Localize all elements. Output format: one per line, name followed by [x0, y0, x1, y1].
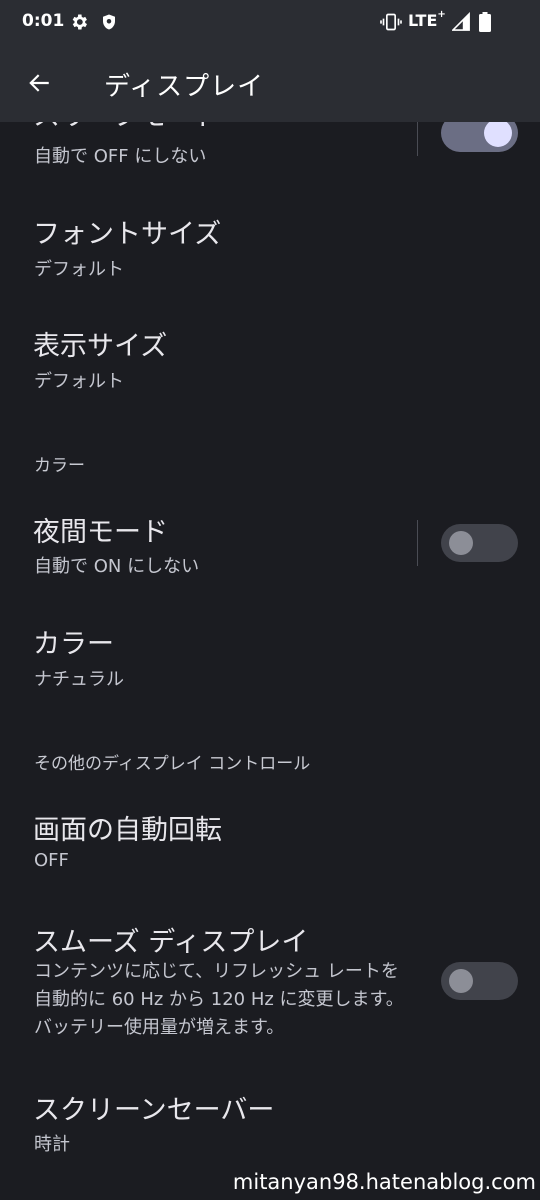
smooth-display-switch[interactable]: [441, 962, 518, 1000]
setting-summary: 自動で ON にしない: [34, 556, 200, 577]
network-indicator: LTE+: [408, 9, 446, 30]
setting-auto-rotate[interactable]: 画面の自動回転 OFF: [0, 794, 540, 906]
setting-title: スムーズ ディスプレイ: [33, 927, 309, 958]
setting-title: カラー: [33, 629, 114, 660]
setting-description: コンテンツに応じて、リフレッシュ レートを自動的に 60 Hz から 120 H…: [34, 961, 404, 1038]
watermark-text: mitanyan98.hatenablog.com: [232, 1170, 536, 1194]
divider: [417, 520, 418, 566]
signal-icon: [452, 12, 470, 31]
setting-display-size[interactable]: 表示サイズ デフォルト: [0, 308, 540, 420]
status-bar: 0:01 LTE+: [0, 0, 540, 44]
setting-sleep-mode[interactable]: スリープモード 自動で OFF にしない: [0, 122, 540, 196]
setting-title: 夜間モード: [33, 517, 168, 548]
section-header-color: カラー: [34, 456, 85, 476]
gear-icon: [72, 14, 87, 30]
setting-title: スクリーンセーバー: [33, 1095, 275, 1126]
top-app-bar: ディスプレイ: [0, 44, 540, 122]
setting-summary: OFF: [34, 850, 69, 871]
setting-night-mode[interactable]: 夜間モード 自動で ON にしない: [0, 496, 540, 608]
switch-knob: [484, 122, 512, 147]
setting-summary: デフォルト: [34, 371, 124, 392]
switch-knob: [449, 531, 473, 555]
sleep-mode-switch[interactable]: [441, 122, 518, 152]
setting-title: スリープモード: [33, 122, 220, 133]
setting-smooth-display[interactable]: スムーズ ディスプレイ コンテンツに応じて、リフレッシュ レートを自動的に 60…: [0, 906, 540, 1076]
shield-icon: [103, 14, 115, 30]
setting-font-size[interactable]: フォントサイズ デフォルト: [0, 196, 540, 308]
battery-icon: [479, 12, 491, 32]
setting-title: 画面の自動回転: [33, 815, 222, 846]
setting-summary: 自動で OFF にしない: [34, 146, 207, 167]
settings-list[interactable]: スリープモード 自動で OFF にしない フォントサイズ デフォルト 表示サイズ…: [0, 122, 540, 1200]
divider: [417, 122, 418, 156]
section-header-other-controls: その他のディスプレイ コントロール: [34, 754, 311, 774]
setting-color[interactable]: カラー ナチュラル: [0, 608, 540, 720]
vibrate-icon: [380, 13, 402, 31]
setting-title: 表示サイズ: [33, 331, 168, 362]
page-title: ディスプレイ: [104, 72, 265, 102]
switch-knob: [449, 969, 473, 993]
setting-title: フォントサイズ: [33, 219, 222, 250]
arrow-back-icon[interactable]: [26, 70, 52, 96]
night-mode-switch[interactable]: [441, 524, 518, 562]
setting-summary: 時計: [34, 1134, 70, 1155]
setting-summary: デフォルト: [34, 259, 124, 280]
setting-summary: ナチュラル: [34, 669, 124, 690]
status-time: 0:01: [22, 11, 65, 31]
